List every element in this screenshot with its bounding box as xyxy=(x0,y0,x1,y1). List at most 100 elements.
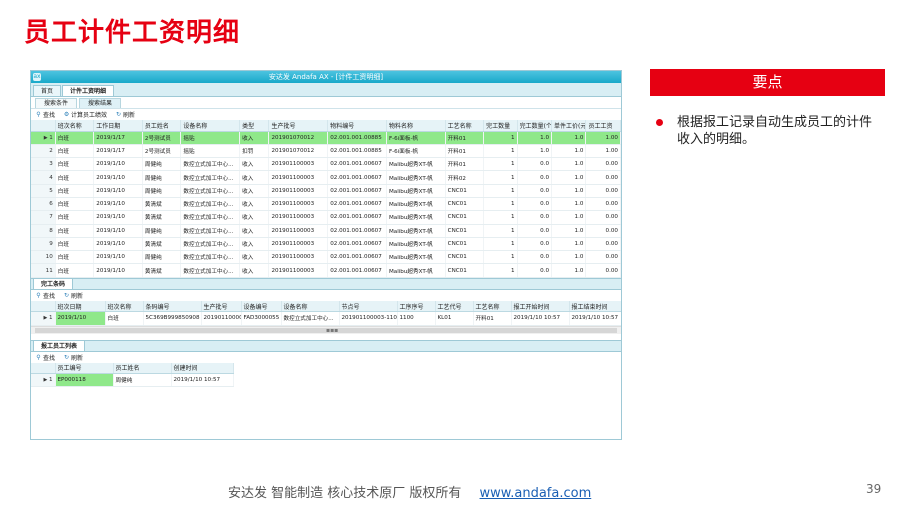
table-cell[interactable]: 1 xyxy=(483,184,518,198)
table-cell[interactable]: CNC01 xyxy=(445,263,485,278)
table-cell[interactable]: 2019/1/10 xyxy=(93,263,143,278)
table-cell[interactable]: 白班 xyxy=(55,131,95,145)
table-cell[interactable]: 201901070012 xyxy=(268,131,329,145)
table-cell[interactable]: 1100 xyxy=(397,311,436,326)
table-cell[interactable]: 2019/1/10 xyxy=(93,184,143,198)
table-cell[interactable]: Malibu超秀XT-帆 xyxy=(386,237,446,252)
barcode-refresh-button[interactable]: ↻ 刷新 xyxy=(63,291,83,300)
table-cell[interactable]: EP000118 xyxy=(55,373,114,388)
table-cell[interactable]: 2019/1/10 xyxy=(93,197,143,212)
table-cell[interactable]: 1.0 xyxy=(551,170,587,185)
table-cell[interactable]: 收入 xyxy=(239,157,270,172)
table-cell[interactable]: 2019/1/10 xyxy=(93,210,143,225)
table-row[interactable]: 10 白班 2019/1/10 周健纯 数控立式加工中心... 收入 20190110000… xyxy=(31,250,621,265)
col-work-date[interactable]: 工作日期 xyxy=(93,120,143,132)
table-cell[interactable]: 5C369B999850908 xyxy=(143,311,202,326)
table-cell[interactable]: 白班 xyxy=(55,157,95,172)
table-cell[interactable]: 02.001.001.00607 xyxy=(327,263,387,278)
table-cell[interactable]: 白班 xyxy=(55,224,95,238)
table-cell[interactable]: 周健纯 xyxy=(142,250,182,265)
table-cell[interactable]: 1 xyxy=(483,157,518,172)
table-cell[interactable]: 1.0 xyxy=(551,210,587,225)
table-cell[interactable]: 0.00 xyxy=(585,170,621,185)
table-cell[interactable]: 白班 xyxy=(55,237,95,252)
table-cell[interactable]: 收入 xyxy=(239,250,270,265)
table-cell[interactable]: 0.00 xyxy=(585,250,621,265)
table-cell[interactable]: CNC01 xyxy=(445,250,485,265)
table-cell[interactable]: 1.0 xyxy=(551,250,587,265)
employee-refresh-button[interactable]: ↻ 刷新 xyxy=(63,353,83,362)
tab-search-criteria[interactable]: 搜索条件 xyxy=(35,98,78,108)
table-cell[interactable]: 1.0 xyxy=(517,144,553,159)
tab-piecework-wage[interactable]: 计件工资明细 xyxy=(62,85,115,96)
table-cell[interactable]: Malibu超秀XT-帆 xyxy=(386,210,446,225)
table-cell[interactable]: 201901100003 xyxy=(268,197,329,212)
table-cell[interactable]: 黄清斌 xyxy=(142,263,182,278)
table-cell[interactable]: 白班 xyxy=(55,263,95,278)
table-cell[interactable]: 2号测试员 xyxy=(142,131,182,145)
col-material-name[interactable]: 物料名称 xyxy=(386,120,446,132)
table-row[interactable]: ▶ 1 EP000118 周健纯 2019/1/10 10:57 xyxy=(31,373,234,388)
table-cell[interactable]: CNC01 xyxy=(445,197,485,212)
table-cell[interactable]: FAD3000055 xyxy=(241,311,282,326)
table-cell[interactable]: Malibu超秀XT-帆 xyxy=(386,224,446,238)
col-process-code[interactable]: 工艺代号 xyxy=(435,300,474,313)
table-cell[interactable]: CNC01 xyxy=(445,237,485,252)
table-cell[interactable]: 0.00 xyxy=(585,237,621,252)
table-cell[interactable]: 02.001.001.00607 xyxy=(327,184,387,198)
table-cell[interactable]: 02.001.001.00607 xyxy=(327,250,387,265)
table-cell[interactable]: CNC01 xyxy=(445,210,485,225)
table-cell[interactable]: 201901100003 xyxy=(268,237,329,252)
col-shift-name[interactable]: 班次名称 xyxy=(105,300,144,313)
table-cell[interactable]: 1.0 xyxy=(517,131,553,145)
table-cell[interactable]: 数控立式加工中心... xyxy=(180,263,241,278)
table-cell[interactable]: 数控立式加工中心... xyxy=(180,197,241,212)
table-cell[interactable]: 白班 xyxy=(55,250,95,265)
table-cell[interactable]: Malibu超秀XT-帆 xyxy=(386,263,446,278)
table-cell[interactable]: 周健纯 xyxy=(142,224,182,238)
table-cell[interactable]: 白班 xyxy=(55,184,95,198)
table-row[interactable]: 11 白班 2019/1/10 黄清斌 数控立式加工中心... 收入 20190110000… xyxy=(31,263,621,278)
col-process-seq[interactable]: 工序序号 xyxy=(397,300,436,313)
col-equipment-name[interactable]: 设备名称 xyxy=(180,120,241,132)
employee-find-button[interactable]: ⚲ 查找 xyxy=(35,353,55,362)
table-row[interactable]: 4 白班 2019/1/10 周健纯 数控立式加工中心... 收入 201901100003… xyxy=(31,170,621,185)
table-cell[interactable]: 开料02 xyxy=(445,170,485,185)
app-icon[interactable]: ax xyxy=(33,73,41,81)
table-cell[interactable]: 数控立式加工中心... xyxy=(180,157,241,172)
calc-performance-button[interactable]: ⚙ 计算员工绩效 xyxy=(63,110,107,119)
table-cell[interactable]: 1.0 xyxy=(551,224,587,238)
table-cell[interactable]: 收入 xyxy=(239,184,270,198)
table-cell[interactable]: 周健纯 xyxy=(142,157,182,172)
table-cell[interactable]: 02.001.001.00607 xyxy=(327,197,387,212)
table-cell[interactable]: 收入 xyxy=(239,224,270,238)
table-cell[interactable]: 0.0 xyxy=(517,170,553,185)
table-cell[interactable]: 数控立式加工中心... xyxy=(180,250,241,265)
table-cell[interactable]: 0.00 xyxy=(585,263,621,278)
table-cell[interactable]: Malibu超秀XT-帆 xyxy=(386,250,446,265)
col-type[interactable]: 类型 xyxy=(239,120,270,132)
table-cell[interactable]: CNC01 xyxy=(445,224,485,238)
table-cell[interactable]: 黄清斌 xyxy=(142,197,182,212)
col-equipment-code[interactable]: 设备编号 xyxy=(241,300,282,313)
table-cell[interactable]: Malibu超秀XT-帆 xyxy=(386,170,446,185)
barcode-find-button[interactable]: ⚲ 查找 xyxy=(35,291,55,300)
table-cell[interactable]: CNC01 xyxy=(445,184,485,198)
table-cell[interactable]: 201901100003 xyxy=(268,263,329,278)
table-cell[interactable]: 02.001.001.00607 xyxy=(327,237,387,252)
table-cell[interactable]: 2019/1/10 10:57 xyxy=(511,311,570,326)
table-cell[interactable]: 收入 xyxy=(239,263,270,278)
table-cell[interactable]: 0.0 xyxy=(517,263,553,278)
table-cell[interactable]: 扣罚 xyxy=(239,144,270,159)
table-cell[interactable]: 数控立式加工中心... xyxy=(180,170,241,185)
table-cell[interactable]: 2019/1/10 xyxy=(93,170,143,185)
table-cell[interactable]: 黄清斌 xyxy=(142,210,182,225)
table-cell[interactable]: 白班 xyxy=(55,210,95,225)
col-batch-no[interactable]: 生产批号 xyxy=(201,300,242,313)
tab-report-employee-list[interactable]: 报工员工列表 xyxy=(33,339,86,351)
table-cell[interactable]: 0.0 xyxy=(517,250,553,265)
tab-search-results[interactable]: 搜索结果 xyxy=(79,98,122,108)
col-process-name[interactable]: 工艺名称 xyxy=(473,300,512,313)
table-cell[interactable]: 1 xyxy=(483,210,518,225)
table-cell[interactable]: 摇贴 xyxy=(180,131,241,145)
